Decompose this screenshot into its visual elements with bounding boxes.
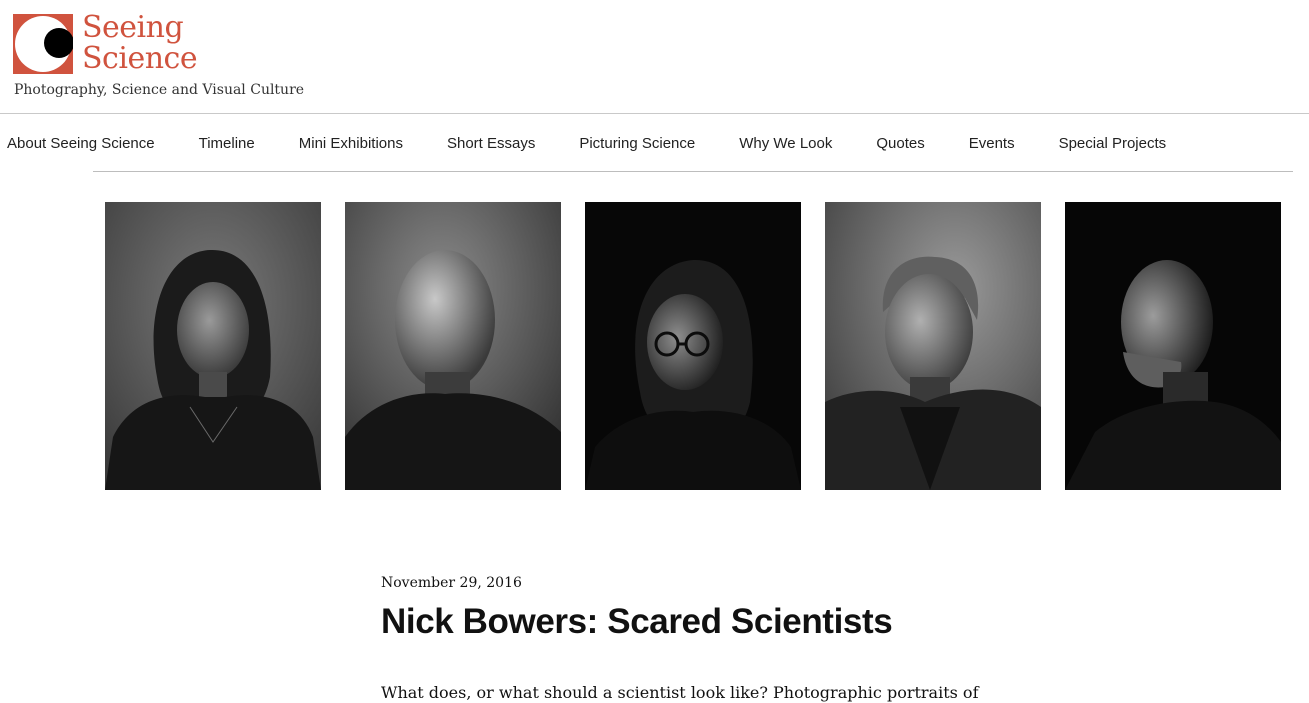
site-tagline: Photography, Science and Visual Culture <box>14 82 305 98</box>
portrait-man-beard-profile[interactable] <box>1065 202 1281 490</box>
post-title[interactable]: Nick Bowers: Scared Scientists <box>381 601 1001 643</box>
nav-list: About Seeing Science Timeline Mini Exhib… <box>7 114 1210 172</box>
nav-item-quotes[interactable]: Quotes <box>876 135 924 152</box>
nav-item-events[interactable]: Events <box>969 135 1015 152</box>
site-title: Seeing Science <box>82 10 198 76</box>
nav-item-about[interactable]: About Seeing Science <box>7 135 155 152</box>
nav-item-why-we-look[interactable]: Why We Look <box>739 135 832 152</box>
portrait-woman-dark-hair[interactable] <box>105 202 321 490</box>
nav-item-special-projects[interactable]: Special Projects <box>1059 135 1167 152</box>
portrait-bald-man[interactable] <box>345 202 561 490</box>
nav-divider <box>93 171 1293 172</box>
eye-logo-icon <box>13 14 73 74</box>
portrait-woman-with-glasses[interactable] <box>585 202 801 490</box>
post-excerpt: What does, or what should a scientist lo… <box>381 683 979 702</box>
site-title-line2: Science <box>82 41 198 76</box>
nav-item-timeline[interactable]: Timeline <box>199 135 255 152</box>
post-date: November 29, 2016 <box>381 575 522 591</box>
portrait-gallery <box>105 202 1281 490</box>
portrait-man-gray-hair[interactable] <box>825 202 1041 490</box>
main-nav: About Seeing Science Timeline Mini Exhib… <box>0 114 1309 172</box>
nav-item-picturing-science[interactable]: Picturing Science <box>579 135 695 152</box>
site-title-line1: Seeing <box>82 10 184 45</box>
nav-item-short-essays[interactable]: Short Essays <box>447 135 535 152</box>
nav-item-mini-exhibitions[interactable]: Mini Exhibitions <box>299 135 403 152</box>
post: November 29, 2016 Nick Bowers: Scared Sc… <box>381 570 1001 703</box>
site-header: Seeing Science Photography, Science and … <box>0 0 1309 114</box>
